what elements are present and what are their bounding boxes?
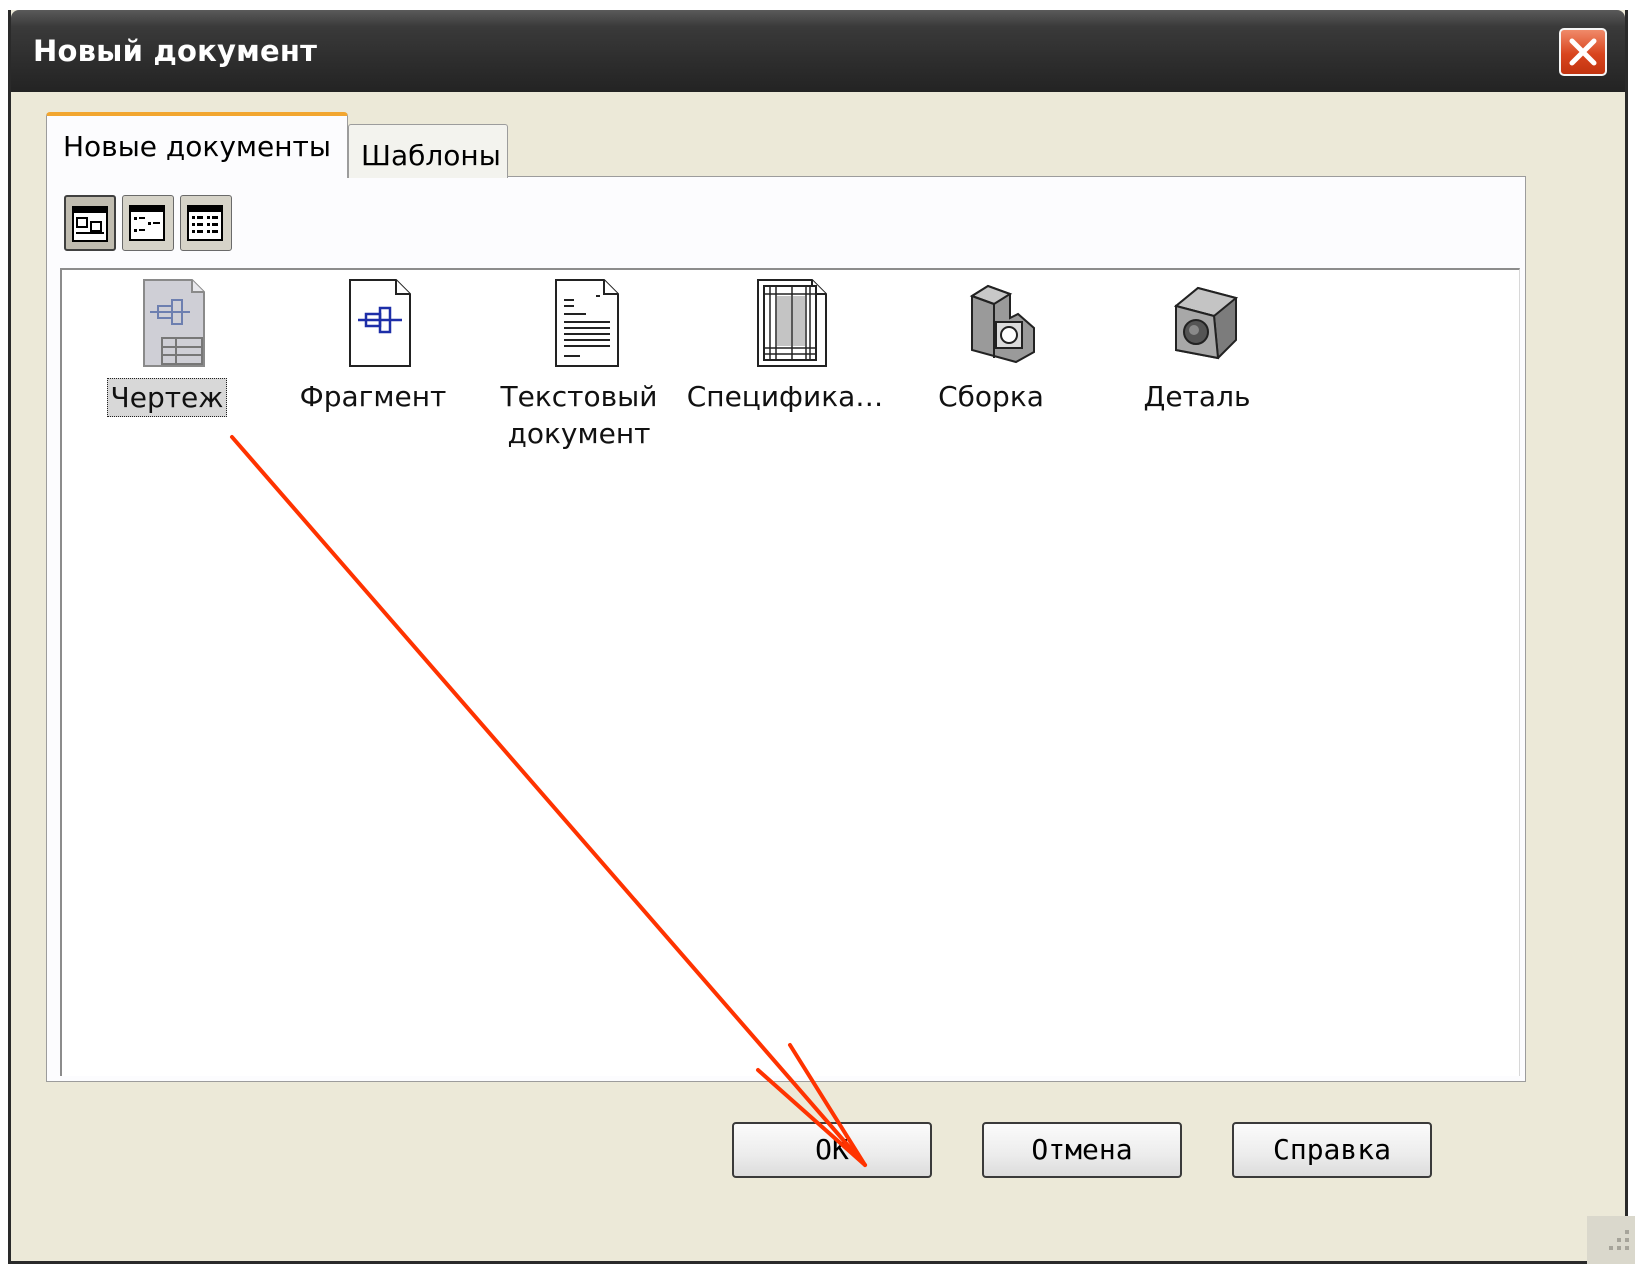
document-item-label: Фрагмент: [299, 380, 447, 413]
document-item-label: Текстовый документ: [500, 380, 658, 450]
fragment-icon: [349, 279, 411, 367]
drawing-icon: [143, 279, 205, 367]
document-item-label: Деталь: [1143, 380, 1251, 413]
window-title: Новый документ: [33, 34, 318, 68]
tab-new-documents-label: Новые документы: [63, 130, 331, 163]
help-button[interactable]: Справка: [1232, 1122, 1432, 1178]
list-view-icon: [129, 205, 165, 241]
resize-grip-icon: [1609, 1230, 1629, 1250]
cancel-button[interactable]: Отмена: [982, 1122, 1182, 1178]
specification-icon: [757, 279, 827, 367]
list-view-button[interactable]: [122, 195, 174, 251]
tab-templates[interactable]: Шаблоны: [348, 124, 508, 178]
details-view-icon: [187, 205, 223, 241]
large-icons-view-button[interactable]: [64, 195, 116, 251]
part-icon: [1173, 286, 1239, 360]
title-bar[interactable]: Новый документ: [11, 10, 1625, 92]
tab-templates-label: Шаблоны: [361, 139, 501, 172]
close-icon: [1569, 38, 1597, 66]
large-icons-view-icon: [72, 206, 108, 242]
document-list: Чертеж Фрагмент Текстовый документ Специ…: [60, 268, 1520, 1076]
close-button[interactable]: [1559, 28, 1607, 76]
ok-button[interactable]: OK: [732, 1122, 932, 1178]
details-view-button[interactable]: [180, 195, 232, 251]
resize-grip[interactable]: [1587, 1216, 1635, 1264]
text-document-icon: [555, 279, 619, 367]
document-item-label: Специфика…: [686, 380, 884, 413]
tab-new-documents[interactable]: Новые документы: [46, 112, 348, 178]
document-item-label: Чертеж: [106, 378, 228, 417]
document-item-label: Сборка: [938, 380, 1044, 413]
assembly-icon: [969, 284, 1035, 364]
